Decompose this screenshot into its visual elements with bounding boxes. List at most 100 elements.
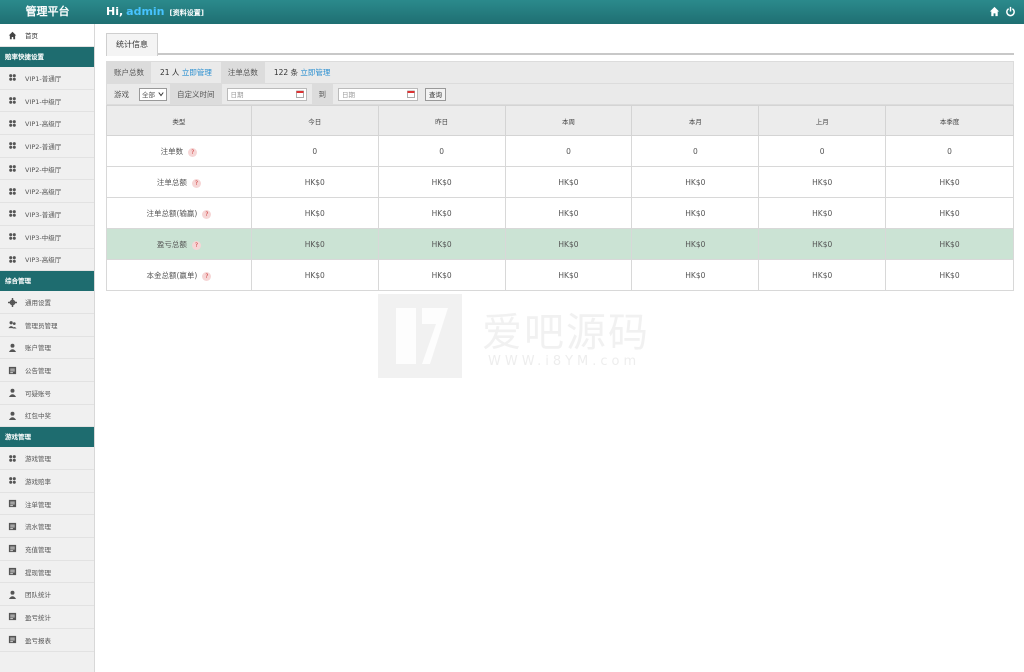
table-row: 注单总额? HK$0 HK$0 HK$0 HK$0 HK$0 HK$0 bbox=[106, 166, 1014, 198]
query-button[interactable]: 查询 bbox=[425, 87, 446, 101]
table-cell: HK$0 bbox=[377, 259, 506, 291]
help-icon[interactable]: ? bbox=[191, 178, 201, 188]
sidebar-item[interactable]: VIP1-中级厅 bbox=[0, 90, 94, 113]
sidebar-item-label: 流水管理 bbox=[25, 523, 51, 532]
summary-bar: 账户总数 21 人 立即管理 注单总数 122 条 立即管理 bbox=[106, 61, 1014, 84]
sidebar-item[interactable]: 盈亏统计 bbox=[0, 606, 94, 629]
table-cell: HK$0 bbox=[758, 197, 887, 229]
sidebar-item-label: VIP1-中级厅 bbox=[25, 97, 62, 106]
sidebar-item[interactable]: 注单管理 bbox=[0, 493, 94, 516]
sidebar-item[interactable]: VIP1-高级厅 bbox=[0, 112, 94, 136]
username-link[interactable]: admin bbox=[126, 5, 164, 18]
table-cell: HK$0 bbox=[631, 228, 760, 260]
watermark-title: 爱吧源码 bbox=[482, 310, 650, 356]
row-type-label: 盈亏总额 bbox=[156, 239, 187, 249]
sidebar-item-label: 通用设置 bbox=[25, 299, 51, 308]
sidebar-item-label: VIP1-高级厅 bbox=[25, 120, 62, 129]
sidebar-item[interactable]: 游戏赔率 bbox=[0, 470, 94, 493]
table-cell: HK$0 bbox=[885, 259, 1014, 291]
profile-settings-link[interactable]: [资料设置] bbox=[170, 9, 204, 17]
sidebar-item[interactable]: 流水管理 bbox=[0, 515, 94, 539]
table-cell: HK$0 bbox=[504, 166, 633, 198]
table-cell: HK$0 bbox=[250, 166, 379, 198]
sidebar-item[interactable]: 充值管理 bbox=[0, 538, 94, 561]
table-cell: HK$0 bbox=[758, 259, 887, 291]
accounts-manage-link[interactable]: 立即管理 bbox=[182, 68, 212, 77]
home-icon[interactable] bbox=[989, 6, 1000, 17]
sidebar-item[interactable]: 提现管理 bbox=[0, 561, 94, 584]
sidebar-item[interactable]: 可疑账号 bbox=[0, 382, 94, 405]
sidebar-item-label: 注单管理 bbox=[25, 500, 51, 509]
grid-icon bbox=[7, 140, 18, 151]
end-date-input[interactable]: 日期 bbox=[338, 87, 418, 101]
tab-statistics[interactable]: 统计信息 bbox=[106, 33, 158, 56]
accounts-label: 账户总数 bbox=[107, 62, 151, 83]
row-type-label: 注单数 bbox=[160, 146, 184, 156]
grid-icon bbox=[7, 163, 18, 174]
sidebar-item-label: VIP2-高级厅 bbox=[25, 188, 62, 197]
table-cell: HK$0 bbox=[631, 197, 760, 229]
to-label: 到 bbox=[311, 84, 333, 104]
help-icon[interactable]: ? bbox=[188, 147, 198, 157]
row-type-cell: 本金总额(赢单)? bbox=[106, 259, 252, 291]
main-content: 统计信息 账户总数 21 人 立即管理 注单总数 122 条 立即管理 游戏 全… bbox=[106, 33, 1014, 291]
table-cell: 0 bbox=[250, 135, 379, 167]
table-cell: 0 bbox=[758, 135, 887, 167]
sidebar-item-label: 红包中奖 bbox=[25, 412, 51, 421]
user-icon bbox=[7, 589, 18, 600]
row-type-label: 注单总额 bbox=[156, 177, 187, 187]
sidebar-item-label: 公告管理 bbox=[25, 367, 51, 376]
start-date-placeholder: 日期 bbox=[230, 91, 244, 99]
sidebar-item[interactable]: 团队统计 bbox=[0, 583, 94, 607]
table-cell: HK$0 bbox=[250, 259, 379, 291]
start-date-input[interactable]: 日期 bbox=[226, 87, 307, 101]
sidebar-item[interactable]: VIP2-中级厅 bbox=[0, 158, 94, 181]
help-icon[interactable]: ? bbox=[202, 271, 212, 281]
table-cell: HK$0 bbox=[377, 197, 506, 229]
game-select-value: 全部 bbox=[142, 91, 155, 99]
row-type-cell: 注单数? bbox=[106, 135, 252, 167]
sidebar-item[interactable]: VIP3-高级厅 bbox=[0, 249, 94, 272]
watermark-url: WWW.i8YM.com bbox=[488, 354, 641, 369]
calendar-icon[interactable] bbox=[295, 90, 304, 98]
sidebar-item[interactable]: VIP2-普通厅 bbox=[0, 135, 94, 158]
sidebar-item[interactable]: VIP3-中级厅 bbox=[0, 226, 94, 249]
table-cell: HK$0 bbox=[885, 197, 1014, 229]
sidebar-item[interactable]: VIP1-普通厅 bbox=[0, 67, 94, 90]
calendar-icon[interactable] bbox=[407, 90, 415, 98]
doc-icon bbox=[7, 634, 18, 645]
column-header: 今日 bbox=[250, 105, 379, 136]
sidebar-item-label: VIP2-普通厅 bbox=[25, 142, 62, 151]
sidebar-item-label: 盈亏报表 bbox=[25, 636, 51, 645]
table-cell: HK$0 bbox=[250, 197, 379, 229]
column-header: 上月 bbox=[758, 105, 887, 136]
accounts-count: 21 人 bbox=[160, 68, 180, 77]
game-select[interactable]: 全部 bbox=[139, 87, 167, 101]
sidebar-item-label: 盈亏统计 bbox=[25, 613, 51, 622]
sidebar-item[interactable]: 盈亏报表 bbox=[0, 629, 94, 652]
sidebar-item-home[interactable]: 首页 bbox=[0, 24, 94, 47]
brand-title: 管理平台 bbox=[25, 5, 70, 18]
row-type-label: 本金总额(赢单) bbox=[146, 270, 198, 280]
sidebar-item[interactable]: 红包中奖 bbox=[0, 405, 94, 428]
sidebar-item[interactable]: VIP3-普通厅 bbox=[0, 203, 94, 226]
help-icon[interactable]: ? bbox=[202, 209, 212, 219]
table-row: 盈亏总额? HK$0 HK$0 HK$0 HK$0 HK$0 HK$0 bbox=[106, 228, 1014, 260]
bets-manage-link[interactable]: 立即管理 bbox=[300, 68, 330, 77]
sidebar-item-label: VIP3-中级厅 bbox=[25, 233, 62, 242]
sidebar-item[interactable]: 通用设置 bbox=[0, 291, 94, 314]
sidebar-item[interactable]: VIP2-高级厅 bbox=[0, 180, 94, 204]
help-icon[interactable]: ? bbox=[191, 240, 201, 250]
sidebar-item[interactable]: 游戏管理 bbox=[0, 447, 94, 470]
power-icon[interactable] bbox=[1005, 6, 1016, 17]
sidebar-item-label: 管理员管理 bbox=[25, 321, 58, 330]
doc-icon bbox=[7, 611, 18, 622]
table-cell: 0 bbox=[885, 135, 1014, 167]
table-cell: 0 bbox=[377, 135, 506, 167]
greeting-text: Hi, bbox=[106, 5, 124, 18]
table-cell: HK$0 bbox=[377, 228, 506, 260]
sidebar-item[interactable]: 管理员管理 bbox=[0, 314, 94, 337]
sidebar-item[interactable]: 公告管理 bbox=[0, 359, 94, 382]
sidebar-item[interactable]: 账户管理 bbox=[0, 337, 94, 360]
sidebar-item-label: 游戏赔率 bbox=[25, 477, 51, 486]
